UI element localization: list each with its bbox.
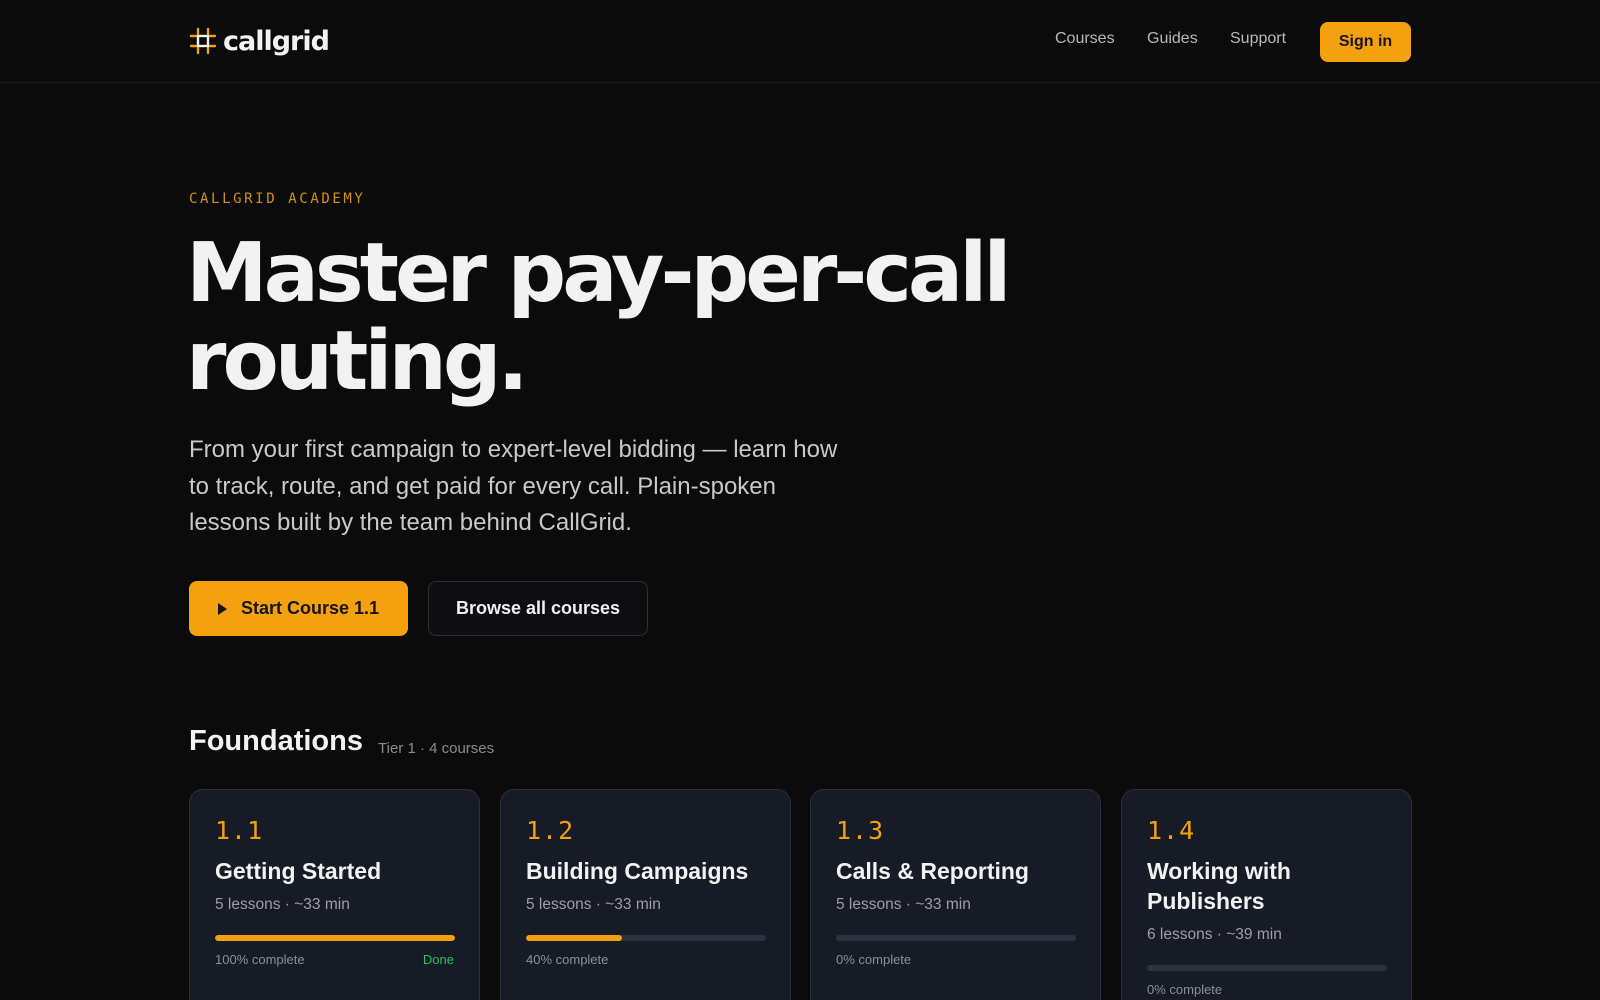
status-badge: Done bbox=[422, 952, 454, 967]
course-title: Getting Started bbox=[215, 858, 382, 884]
course-card-1-1[interactable]: 1.1 Getting Started 5 lessons · ~33 min … bbox=[189, 789, 480, 1000]
brand-name: callgrid bbox=[223, 25, 330, 57]
course-number: 1.1 bbox=[215, 816, 264, 845]
progress-label: 40% complete bbox=[526, 952, 609, 967]
hero-eyebrow: CALLGRID ACADEMY bbox=[189, 191, 366, 207]
hero-headline-line-1: Master pay-per-call bbox=[186, 226, 1011, 321]
course-number: 1.4 bbox=[1147, 816, 1196, 845]
sign-in-button[interactable]: Sign in bbox=[1320, 22, 1411, 62]
course-meta: 6 lessons · ~39 min bbox=[1147, 926, 1282, 943]
nav-link-courses[interactable]: Courses bbox=[1055, 30, 1115, 48]
progress-label: 0% complete bbox=[836, 952, 912, 967]
course-meta: 5 lessons · ~33 min bbox=[836, 896, 971, 913]
course-card-1-3[interactable]: 1.3 Calls & Reporting 5 lessons · ~33 mi… bbox=[810, 789, 1101, 1000]
browse-courses-button[interactable]: Browse all courses bbox=[428, 581, 648, 636]
course-meta: 5 lessons · ~33 min bbox=[215, 896, 350, 913]
course-meta: 5 lessons · ~33 min bbox=[526, 896, 661, 913]
hero-description: From your first campaign to expert-level… bbox=[189, 436, 838, 536]
brand-logo[interactable]: callgrid bbox=[189, 25, 330, 57]
progress-bar bbox=[1147, 965, 1387, 971]
course-title: Building Campaigns bbox=[526, 858, 749, 884]
section-title: Foundations bbox=[189, 725, 363, 757]
hero-headline: Master pay-per-call routing. bbox=[186, 230, 1086, 406]
progress-bar-fill bbox=[526, 935, 622, 941]
course-card-1-4[interactable]: 1.4 Working with Publishers 6 lessons · … bbox=[1121, 789, 1412, 1000]
course-title: Calls & Reporting bbox=[836, 858, 1029, 884]
start-course-button[interactable]: Start Course 1.1 bbox=[189, 581, 408, 636]
progress-label: 0% complete bbox=[1147, 982, 1223, 997]
course-title: Working with Publishers bbox=[1147, 858, 1291, 914]
nav-link-guides[interactable]: Guides bbox=[1147, 30, 1198, 48]
progress-bar bbox=[836, 935, 1076, 941]
progress-bar bbox=[215, 935, 455, 941]
course-card-1-2[interactable]: 1.2 Building Campaigns 5 lessons · ~33 m… bbox=[500, 789, 791, 1000]
top-navigation-bar: callgrid Courses Guides Support Sign in bbox=[0, 0, 1600, 83]
progress-bar bbox=[526, 935, 766, 941]
grid-logo-icon bbox=[189, 27, 217, 55]
progress-label: 100% complete bbox=[215, 952, 305, 967]
progress-bar-fill bbox=[215, 935, 455, 941]
course-number: 1.2 bbox=[526, 816, 575, 845]
play-icon bbox=[217, 602, 227, 615]
hero-headline-line-2: routing. bbox=[186, 314, 529, 409]
start-course-label: Start Course 1.1 bbox=[240, 598, 380, 618]
nav-link-support[interactable]: Support bbox=[1230, 30, 1286, 48]
section-meta: Tier 1 · 4 courses bbox=[378, 740, 495, 757]
course-number: 1.3 bbox=[836, 816, 885, 845]
